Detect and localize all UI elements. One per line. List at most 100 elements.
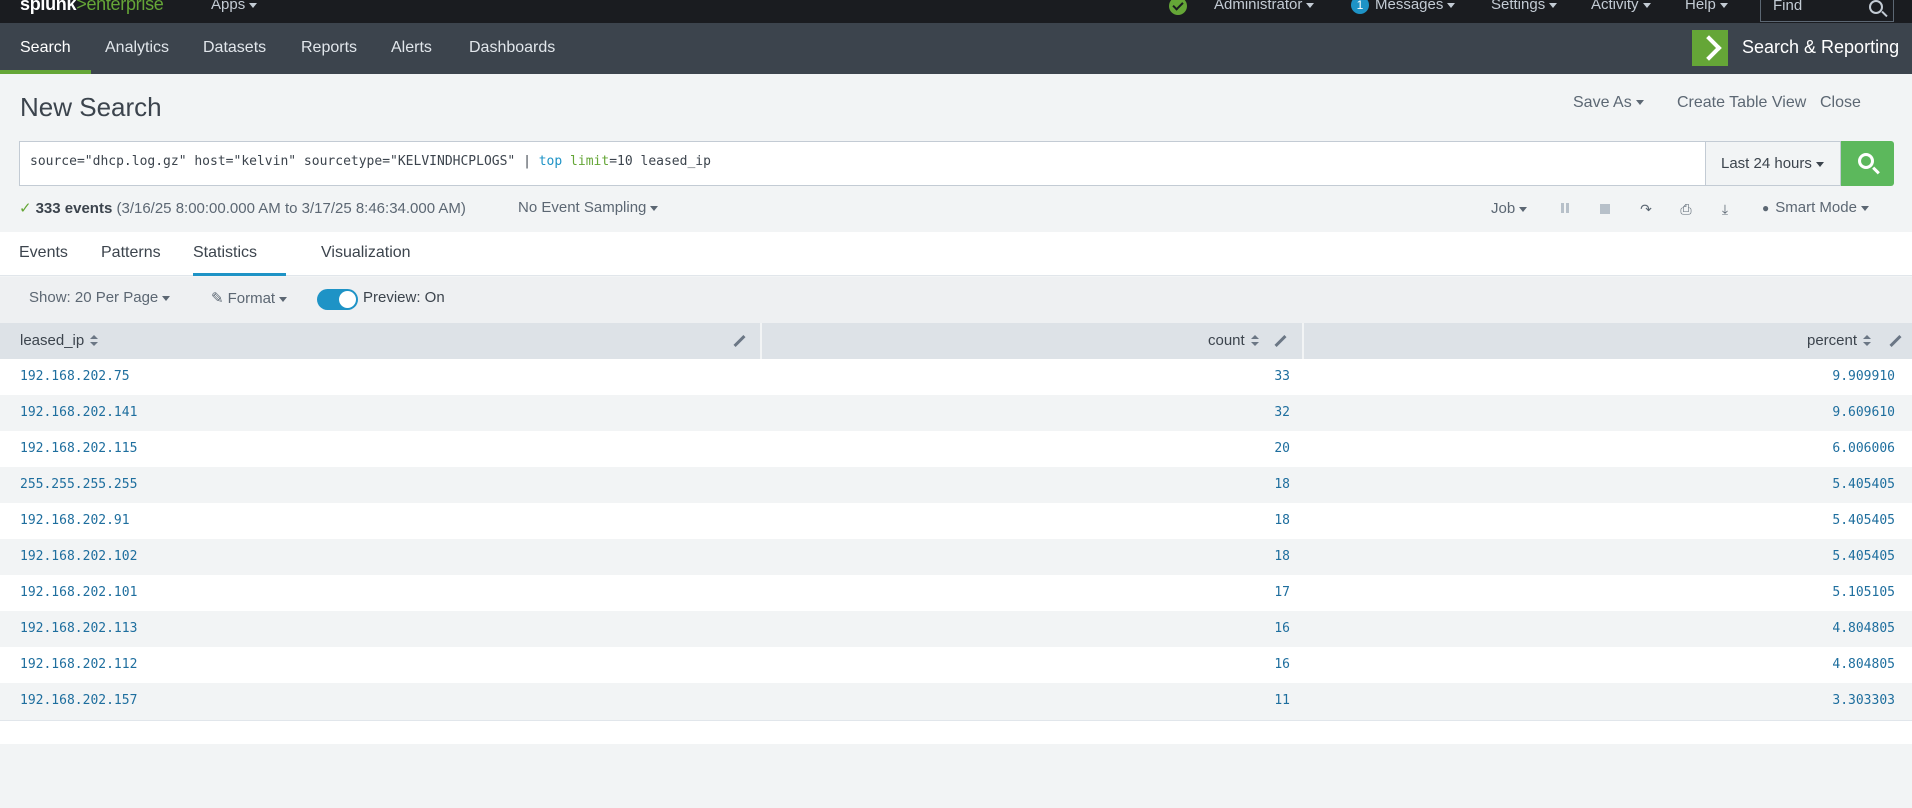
cell-count[interactable]: 11 bbox=[1100, 683, 1290, 719]
cell-count[interactable]: 18 bbox=[1100, 467, 1290, 503]
tab-statistics[interactable]: Statistics (10) bbox=[193, 232, 286, 303]
chevron-down-icon bbox=[1519, 206, 1528, 212]
cell-count[interactable]: 16 bbox=[1100, 647, 1290, 683]
cell-leased-ip[interactable]: 192.168.202.102 bbox=[20, 539, 137, 575]
search-query-input[interactable]: source="dhcp.log.gz" host="kelvin" sourc… bbox=[19, 141, 1706, 186]
run-search-button[interactable] bbox=[1841, 141, 1894, 186]
nav-tab-analytics[interactable]: Analytics bbox=[85, 23, 189, 74]
job-menu[interactable]: Job bbox=[1491, 200, 1528, 217]
cell-leased-ip[interactable]: 192.168.202.91 bbox=[20, 503, 130, 539]
cell-percent[interactable]: 3.303303 bbox=[1600, 683, 1895, 719]
cell-percent[interactable]: 5.405405 bbox=[1600, 539, 1895, 575]
tab-events[interactable]: Events bbox=[19, 232, 68, 276]
cell-count[interactable]: 32 bbox=[1100, 395, 1290, 431]
cell-count[interactable]: 18 bbox=[1100, 539, 1290, 575]
splunk-logo[interactable]: splunk>enterprise bbox=[20, 0, 164, 15]
table-controls: Show: 20 Per Page ✎ Format Preview: On bbox=[0, 277, 1912, 323]
event-count: 333 events bbox=[35, 200, 113, 217]
cell-leased-ip[interactable]: 255.255.255.255 bbox=[20, 467, 137, 503]
create-table-view-button[interactable]: Create Table View bbox=[1677, 94, 1806, 112]
cell-leased-ip[interactable]: 192.168.202.157 bbox=[20, 683, 137, 719]
cell-count[interactable]: 33 bbox=[1100, 359, 1290, 395]
cell-percent[interactable]: 5.405405 bbox=[1600, 467, 1895, 503]
activity-menu[interactable]: Activity bbox=[1591, 0, 1651, 13]
table-row: 192.168.202.157 11 3.303303 bbox=[0, 683, 1912, 719]
chevron-down-icon bbox=[1549, 2, 1558, 8]
tab-visualization[interactable]: Visualization bbox=[321, 232, 411, 276]
cell-percent[interactable]: 5.105105 bbox=[1600, 575, 1895, 611]
cell-percent[interactable]: 4.804805 bbox=[1600, 611, 1895, 647]
search-query-text: source="dhcp.log.gz" host="kelvin" sourc… bbox=[30, 154, 711, 169]
chevron-down-icon bbox=[1635, 100, 1644, 106]
export-icon[interactable]: ⤓ bbox=[1715, 199, 1735, 219]
share-icon[interactable]: ↷ bbox=[1636, 199, 1656, 219]
cell-percent[interactable]: 9.609610 bbox=[1600, 395, 1895, 431]
messages-menu[interactable]: 1 Messages bbox=[1351, 0, 1456, 15]
edit-column-icon[interactable] bbox=[1274, 335, 1286, 347]
search-mode-menu[interactable]: ● Smart Mode bbox=[1762, 199, 1869, 216]
cell-leased-ip[interactable]: 192.168.202.75 bbox=[20, 359, 130, 395]
column-divider[interactable] bbox=[760, 323, 762, 359]
chevron-down-icon bbox=[1860, 205, 1869, 211]
find-placeholder: Find bbox=[1773, 0, 1803, 14]
edit-column-icon[interactable] bbox=[733, 335, 745, 347]
table-row: 192.168.202.101 17 5.105105 bbox=[0, 575, 1912, 611]
nav-tab-alerts[interactable]: Alerts bbox=[371, 23, 452, 74]
cell-count[interactable]: 18 bbox=[1100, 503, 1290, 539]
cell-leased-ip[interactable]: 192.168.202.115 bbox=[20, 431, 137, 467]
cell-count[interactable]: 16 bbox=[1100, 611, 1290, 647]
pencil-icon: ✎ bbox=[211, 290, 224, 307]
close-button[interactable]: Close bbox=[1820, 94, 1861, 112]
cell-leased-ip[interactable]: 192.168.202.112 bbox=[20, 647, 137, 683]
apps-menu[interactable]: Apps bbox=[211, 0, 258, 13]
table-row: 192.168.202.75 33 9.909910 bbox=[0, 359, 1912, 395]
column-divider[interactable] bbox=[1302, 323, 1304, 359]
user-menu[interactable]: Administrator bbox=[1214, 0, 1315, 13]
table-row: 192.168.202.91 18 5.405405 bbox=[0, 503, 1912, 539]
table-row: 192.168.202.102 18 5.405405 bbox=[0, 539, 1912, 575]
find-input[interactable]: Find bbox=[1760, 0, 1894, 22]
save-as-button[interactable]: Save As bbox=[1573, 94, 1644, 112]
time-range-picker[interactable]: Last 24 hours bbox=[1705, 141, 1841, 186]
nav-tab-datasets[interactable]: Datasets bbox=[183, 23, 286, 74]
cell-percent[interactable]: 4.804805 bbox=[1600, 647, 1895, 683]
tab-patterns[interactable]: Patterns bbox=[101, 232, 161, 276]
app-title[interactable]: Search & Reporting bbox=[1742, 23, 1899, 72]
pause-icon[interactable] bbox=[1556, 199, 1576, 219]
cell-leased-ip[interactable]: 192.168.202.113 bbox=[20, 611, 137, 647]
column-header-percent[interactable]: percent bbox=[1807, 323, 1872, 359]
help-menu[interactable]: Help bbox=[1685, 0, 1728, 13]
nav-tab-search[interactable]: Search bbox=[0, 23, 91, 74]
column-header-count[interactable]: count bbox=[1208, 323, 1259, 359]
cell-percent[interactable]: 6.006006 bbox=[1600, 431, 1895, 467]
checkmark-icon: ✓ bbox=[19, 200, 32, 217]
settings-menu[interactable]: Settings bbox=[1491, 0, 1558, 13]
preview-toggle[interactable] bbox=[317, 289, 358, 310]
app-logo-icon[interactable] bbox=[1692, 30, 1728, 66]
print-icon[interactable]: ⎙ bbox=[1676, 199, 1696, 219]
format-menu[interactable]: ✎ Format bbox=[211, 289, 288, 307]
chevron-down-icon bbox=[650, 205, 659, 211]
cell-leased-ip[interactable]: 192.168.202.141 bbox=[20, 395, 137, 431]
table-row: 192.168.202.113 16 4.804805 bbox=[0, 611, 1912, 647]
column-header-leased-ip[interactable]: leased_ip bbox=[20, 323, 99, 359]
cell-percent[interactable]: 5.405405 bbox=[1600, 503, 1895, 539]
cell-count[interactable]: 17 bbox=[1100, 575, 1290, 611]
cell-leased-ip[interactable]: 192.168.202.101 bbox=[20, 575, 137, 611]
health-status-icon[interactable] bbox=[1169, 0, 1187, 15]
cell-percent[interactable]: 9.909910 bbox=[1600, 359, 1895, 395]
sort-icon[interactable] bbox=[1863, 335, 1872, 347]
search-icon[interactable] bbox=[1869, 0, 1883, 14]
edit-column-icon[interactable] bbox=[1889, 335, 1901, 347]
table-footer bbox=[0, 720, 1912, 744]
nav-tab-dashboards[interactable]: Dashboards bbox=[449, 23, 575, 74]
nav-tab-reports[interactable]: Reports bbox=[281, 23, 377, 74]
per-page-menu[interactable]: Show: 20 Per Page bbox=[29, 289, 171, 306]
time-range-text: (3/16/25 8:00:00.000 AM to 3/17/25 8:46:… bbox=[116, 200, 466, 217]
sort-icon[interactable] bbox=[1250, 335, 1259, 347]
stop-icon[interactable] bbox=[1595, 199, 1615, 219]
event-sampling-menu[interactable]: No Event Sampling bbox=[518, 199, 659, 216]
sort-icon[interactable] bbox=[90, 335, 99, 347]
table-row: 192.168.202.141 32 9.609610 bbox=[0, 395, 1912, 431]
cell-count[interactable]: 20 bbox=[1100, 431, 1290, 467]
